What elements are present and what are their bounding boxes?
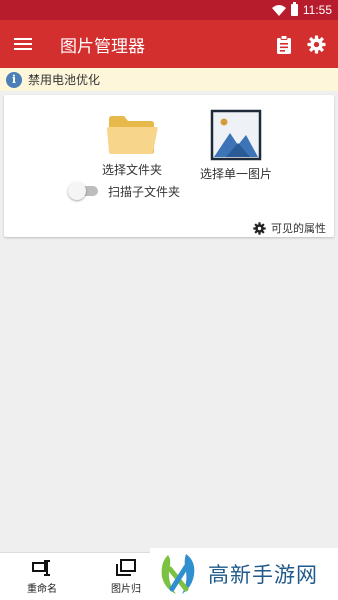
source-selection-card: 选择文件夹 选择单一图片 扫描子文件夹 可见的属性 bbox=[4, 95, 334, 237]
select-folder-button[interactable]: 选择文件夹 bbox=[96, 113, 168, 178]
bottom-nav-archive-label: 图片归 bbox=[111, 584, 141, 595]
scan-subfolders-toggle[interactable] bbox=[68, 182, 100, 200]
info-icon: i bbox=[6, 71, 22, 88]
wifi-icon bbox=[271, 4, 286, 16]
scan-subfolders-label: 扫描子文件夹 bbox=[108, 184, 181, 199]
bottom-nav-rename-label: 重命名 bbox=[27, 584, 57, 595]
settings-button[interactable] bbox=[300, 20, 332, 68]
image-icon bbox=[210, 109, 262, 161]
scan-subfolders-row: 扫描子文件夹 bbox=[68, 182, 180, 200]
app-bar: 图片管理器 bbox=[0, 20, 338, 68]
clipboard-button[interactable] bbox=[268, 20, 300, 68]
select-image-button[interactable]: 选择单一图片 bbox=[196, 109, 276, 182]
menu-icon bbox=[14, 38, 32, 50]
app-title: 图片管理器 bbox=[60, 36, 145, 57]
rename-icon bbox=[32, 560, 50, 576]
visible-properties-label: 可见的属性 bbox=[271, 222, 326, 235]
battery-optimization-notice[interactable]: i 禁用电池优化 bbox=[0, 68, 338, 91]
notice-text: 禁用电池优化 bbox=[28, 73, 101, 87]
folder-icon bbox=[107, 116, 158, 154]
bottom-nav-archive[interactable]: 图片归 bbox=[104, 559, 148, 595]
select-folder-label: 选择文件夹 bbox=[101, 163, 162, 177]
settings-gear-icon bbox=[306, 34, 326, 54]
gear-icon bbox=[253, 221, 266, 235]
watermark: 高新手游网 bbox=[150, 548, 338, 600]
menu-button[interactable] bbox=[0, 20, 46, 68]
archive-icon bbox=[116, 559, 136, 576]
clipboard-icon bbox=[277, 34, 291, 54]
status-time: 11:55 bbox=[302, 3, 332, 17]
watermark-text: 高新手游网 bbox=[208, 563, 318, 587]
watermark-logo-icon bbox=[161, 554, 195, 594]
visible-properties-button[interactable]: 可见的属性 bbox=[253, 220, 326, 236]
bottom-nav-rename[interactable]: 重命名 bbox=[22, 559, 62, 595]
select-image-label: 选择单一图片 bbox=[199, 167, 272, 181]
status-bar: 11:55 bbox=[0, 0, 338, 20]
battery-icon bbox=[290, 2, 298, 16]
